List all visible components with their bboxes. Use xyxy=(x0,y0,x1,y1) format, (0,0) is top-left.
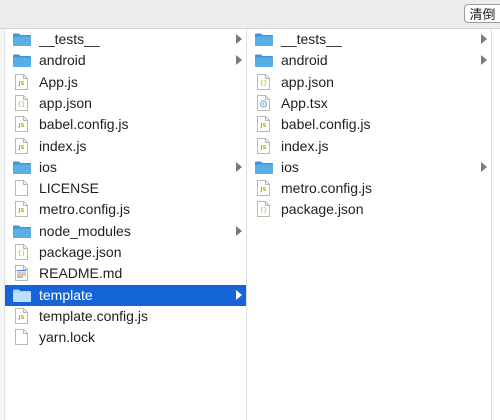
file-row-app-json[interactable]: {} app.json xyxy=(5,93,246,114)
file-row-index-js[interactable]: JS index.js xyxy=(5,136,246,157)
blank-document-icon xyxy=(12,180,32,197)
svg-text:JS: JS xyxy=(17,81,24,87)
folder-icon xyxy=(12,160,32,175)
svg-text:JS: JS xyxy=(17,208,24,214)
file-row-template-config-js[interactable]: JS template.config.js xyxy=(5,306,246,327)
disclosure-chevron-icon[interactable] xyxy=(236,289,242,300)
item-label: index.js xyxy=(281,137,329,154)
js-file-icon: JS xyxy=(12,307,32,324)
item-label: template.config.js xyxy=(39,307,148,324)
column-1: __tests__ android JS App.js {} app.json … xyxy=(4,29,246,420)
folder-row-android[interactable]: android xyxy=(5,50,246,71)
column-2: __tests__ android {} app.json App.tsx JS… xyxy=(246,29,491,420)
folder-row-node-modules[interactable]: node_modules xyxy=(5,221,246,242)
item-label: babel.config.js xyxy=(39,116,129,133)
folder-icon xyxy=(254,53,274,68)
file-row-yarn-lock[interactable]: yarn.lock xyxy=(5,327,246,348)
file-row-package-json[interactable]: {} package.json xyxy=(5,242,246,263)
folder-row-template[interactable]: template xyxy=(5,284,246,306)
folder-icon xyxy=(12,288,32,303)
folder-row-android[interactable]: android xyxy=(247,50,491,71)
file-row-app-js[interactable]: JS App.js xyxy=(5,72,246,93)
item-label: app.json xyxy=(281,73,334,90)
json-file-icon: {} xyxy=(254,201,274,218)
column-3 xyxy=(491,29,500,420)
item-label: __tests__ xyxy=(281,31,342,47)
item-label: template xyxy=(39,286,93,303)
item-label: LICENSE xyxy=(39,180,99,197)
js-file-icon: JS xyxy=(12,73,32,90)
item-label: app.json xyxy=(39,94,92,111)
js-file-icon: JS xyxy=(12,201,32,218)
file-row-metro-config-js[interactable]: JS metro.config.js xyxy=(5,199,246,220)
markdown-document-icon xyxy=(12,265,32,282)
svg-text:JS: JS xyxy=(17,145,24,151)
item-label: package.json xyxy=(39,244,122,260)
file-row-babel-config-js[interactable]: JS babel.config.js xyxy=(247,114,491,135)
disclosure-chevron-icon[interactable] xyxy=(236,55,242,66)
js-file-icon: JS xyxy=(254,116,274,133)
folder-icon xyxy=(12,224,32,239)
file-row-package-json[interactable]: {} package.json xyxy=(247,199,491,220)
item-label: yarn.lock xyxy=(39,329,96,346)
svg-text:{}: {} xyxy=(260,207,267,214)
folder-icon xyxy=(12,53,32,68)
toolbar: 清倒 xyxy=(0,0,500,29)
file-row-babel-config-js[interactable]: JS babel.config.js xyxy=(5,114,246,135)
item-label: __tests__ xyxy=(39,31,100,47)
json-file-icon: {} xyxy=(12,94,32,111)
item-label: node_modules xyxy=(39,222,131,239)
item-label: index.js xyxy=(39,137,87,154)
file-row-app-tsx[interactable]: App.tsx xyxy=(247,93,491,114)
disclosure-chevron-icon[interactable] xyxy=(236,161,242,172)
js-file-icon: JS xyxy=(12,137,32,154)
file-row-license[interactable]: LICENSE xyxy=(5,178,246,199)
item-label: App.js xyxy=(39,73,78,90)
item-label: android xyxy=(39,52,86,69)
file-row-app-json[interactable]: {} app.json xyxy=(247,72,491,93)
file-row-readme-md[interactable]: README.md xyxy=(5,263,246,284)
folder-row-tests[interactable]: __tests__ xyxy=(5,29,246,50)
item-label: babel.config.js xyxy=(281,116,371,133)
svg-text:{}: {} xyxy=(18,250,25,257)
disclosure-chevron-icon[interactable] xyxy=(481,55,487,66)
disclosure-chevron-icon[interactable] xyxy=(481,161,487,172)
svg-text:{}: {} xyxy=(18,101,25,108)
item-label: App.tsx xyxy=(281,94,328,111)
folder-icon xyxy=(254,32,274,47)
svg-text:{}: {} xyxy=(260,80,267,87)
item-label: README.md xyxy=(39,265,123,282)
blank-document-icon xyxy=(12,329,32,346)
item-label: metro.config.js xyxy=(281,180,373,197)
disclosure-chevron-icon[interactable] xyxy=(236,225,242,236)
folder-icon xyxy=(254,160,274,175)
folder-icon xyxy=(12,32,32,47)
disclosure-chevron-icon[interactable] xyxy=(236,34,242,44)
svg-text:JS: JS xyxy=(17,315,24,321)
svg-text:JS: JS xyxy=(259,145,266,151)
item-label: ios xyxy=(281,158,299,175)
js-file-icon: JS xyxy=(254,137,274,154)
js-file-icon: JS xyxy=(254,180,274,197)
js-file-icon: JS xyxy=(12,116,32,133)
json-file-icon: {} xyxy=(254,73,274,90)
ts-file-icon xyxy=(254,94,274,111)
folder-row-tests[interactable]: __tests__ xyxy=(247,29,491,50)
svg-text:JS: JS xyxy=(259,187,266,193)
disclosure-chevron-icon[interactable] xyxy=(481,34,487,44)
toolbar-button[interactable]: 清倒 xyxy=(464,4,500,23)
folder-row-ios[interactable]: ios xyxy=(247,157,491,178)
item-label: ios xyxy=(39,158,57,175)
svg-text:JS: JS xyxy=(17,123,24,129)
item-label: metro.config.js xyxy=(39,201,131,218)
file-row-index-js[interactable]: JS index.js xyxy=(247,136,491,157)
json-file-icon: {} xyxy=(12,244,32,260)
item-label: android xyxy=(281,52,328,69)
svg-text:JS: JS xyxy=(259,123,266,129)
folder-row-ios[interactable]: ios xyxy=(5,157,246,178)
file-row-metro-config-js[interactable]: JS metro.config.js xyxy=(247,178,491,199)
item-label: package.json xyxy=(281,201,364,218)
